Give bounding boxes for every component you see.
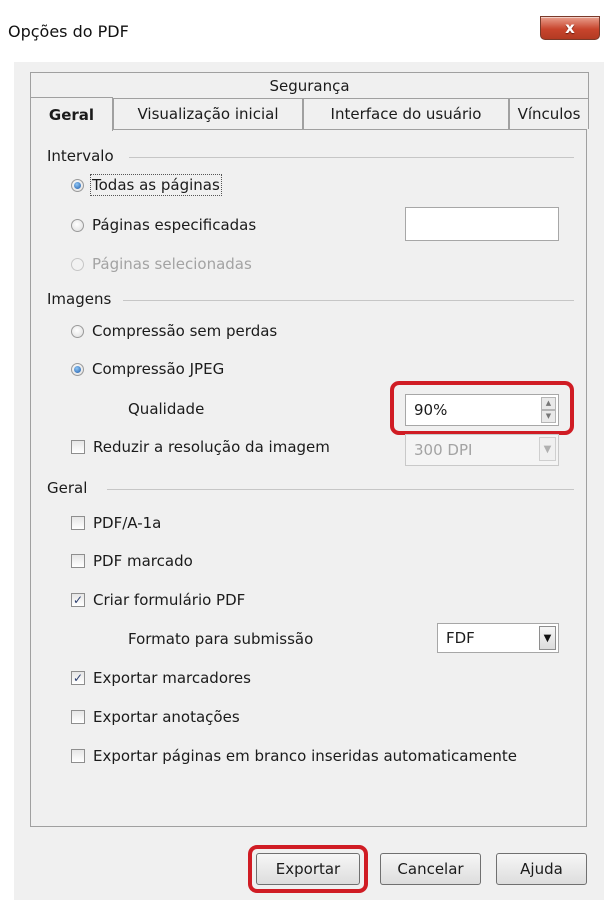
close-button[interactable]: x: [540, 16, 600, 40]
radio-compressao-sem-perdas-label: Compressão sem perdas: [92, 322, 278, 340]
radio-button[interactable]: [71, 362, 84, 376]
cancelar-button-label: Cancelar: [397, 860, 464, 878]
checkbox[interactable]: [71, 554, 85, 568]
pdf-options-dialog: Opções do PDF x Segurança Geral Visualiz…: [0, 0, 616, 900]
tab-vinculos-label: Vínculos: [517, 105, 581, 123]
tab-vinculos[interactable]: Vínculos: [509, 98, 589, 129]
checkbox-pdf-marcado-label: PDF marcado: [93, 552, 193, 570]
radio-paginas-selecionadas: Páginas selecionadas: [71, 255, 252, 273]
checkbox-exportar-marcadores[interactable]: ✓ Exportar marcadores: [71, 669, 251, 687]
close-icon: x: [565, 18, 575, 37]
chevron-down-icon: ▼: [539, 437, 556, 461]
section-intervalo-label: Intervalo: [47, 147, 114, 165]
tab-seguranca[interactable]: Segurança: [30, 72, 589, 99]
formato-submissao-value: FDF: [446, 629, 475, 647]
section-geral-label: Geral: [47, 479, 88, 497]
checkbox[interactable]: [71, 440, 85, 454]
tab-interface-do-usuario-label: Interface do usuário: [330, 105, 482, 123]
section-intervalo-divider: [129, 157, 574, 158]
checkbox-exportar-paginas-branco[interactable]: Exportar páginas em branco inseridas aut…: [71, 747, 517, 765]
checkbox-exportar-marcadores-label: Exportar marcadores: [93, 669, 251, 687]
section-imagens-divider: [123, 300, 574, 301]
checkbox-exportar-paginas-branco-label: Exportar páginas em branco inseridas aut…: [93, 747, 517, 765]
dialog-body: Segurança Geral Visualização inicial Int…: [14, 62, 604, 900]
window-title: Opções do PDF: [8, 22, 129, 41]
tab-seguranca-label: Segurança: [269, 77, 350, 95]
checkbox-exportar-anotacoes[interactable]: Exportar anotações: [71, 708, 240, 726]
cancelar-button[interactable]: Cancelar: [380, 853, 481, 885]
exportar-highlight: [248, 845, 368, 893]
section-geral-divider: [107, 489, 574, 490]
checkbox[interactable]: [71, 749, 85, 763]
formato-submissao-label: Formato para submissão: [128, 630, 314, 648]
tab-geral[interactable]: Geral: [30, 97, 113, 131]
radio-compressao-jpeg-label: Compressão JPEG: [92, 360, 225, 378]
ajuda-button-label: Ajuda: [520, 860, 563, 878]
radio-todas-paginas-label: Todas as páginas: [90, 174, 222, 196]
radio-todas-paginas[interactable]: Todas as páginas: [71, 174, 222, 196]
radio-paginas-especificadas[interactable]: Páginas especificadas: [71, 216, 256, 234]
checkbox-pdf-marcado[interactable]: PDF marcado: [71, 552, 193, 570]
check-icon[interactable]: ✓: [71, 593, 85, 607]
checkbox-criar-formulario-label: Criar formulário PDF: [93, 591, 246, 609]
checkbox-reduzir-resolucao[interactable]: Reduzir a resolução da imagem: [71, 438, 330, 456]
section-imagens-label: Imagens: [47, 290, 112, 308]
tab-visualizacao-inicial-label: Visualização inicial: [137, 105, 279, 123]
tab-panel-geral: Intervalo Todas as páginas Páginas espec…: [30, 129, 587, 827]
title-bar: Opções do PDF x: [0, 0, 616, 62]
tab-geral-label: Geral: [48, 105, 95, 124]
formato-submissao-dropdown[interactable]: FDF ▼: [437, 623, 559, 653]
checkbox-exportar-anotacoes-label: Exportar anotações: [93, 708, 240, 726]
paginas-especificadas-input[interactable]: [405, 207, 559, 241]
check-icon[interactable]: ✓: [71, 671, 85, 685]
radio-paginas-selecionadas-label: Páginas selecionadas: [92, 255, 252, 273]
radio-compressao-sem-perdas[interactable]: Compressão sem perdas: [71, 322, 277, 340]
tab-interface-do-usuario[interactable]: Interface do usuário: [303, 98, 509, 129]
dpi-value: 300 DPI: [414, 441, 473, 459]
radio-button[interactable]: [71, 178, 84, 192]
radio-button: [71, 257, 84, 271]
radio-button[interactable]: [71, 324, 84, 338]
radio-compressao-jpeg[interactable]: Compressão JPEG: [71, 360, 224, 378]
tab-visualizacao-inicial[interactable]: Visualização inicial: [113, 98, 303, 129]
qualidade-label: Qualidade: [128, 400, 205, 418]
tab-row: Geral Visualização inicial Interface do …: [30, 97, 589, 131]
checkbox[interactable]: [71, 516, 85, 530]
checkbox-reduzir-resolucao-label: Reduzir a resolução da imagem: [93, 438, 330, 456]
checkbox[interactable]: [71, 710, 85, 724]
dpi-dropdown: 300 DPI ▼: [405, 434, 559, 466]
checkbox-pdfa[interactable]: PDF/A-1a: [71, 514, 161, 532]
radio-button[interactable]: [71, 218, 84, 232]
ajuda-button[interactable]: Ajuda: [496, 853, 587, 885]
checkbox-pdfa-label: PDF/A-1a: [93, 514, 162, 532]
radio-paginas-especificadas-label: Páginas especificadas: [92, 216, 257, 234]
qualidade-highlight: [390, 381, 574, 435]
chevron-down-icon[interactable]: ▼: [539, 626, 556, 650]
checkbox-criar-formulario[interactable]: ✓ Criar formulário PDF: [71, 591, 245, 609]
